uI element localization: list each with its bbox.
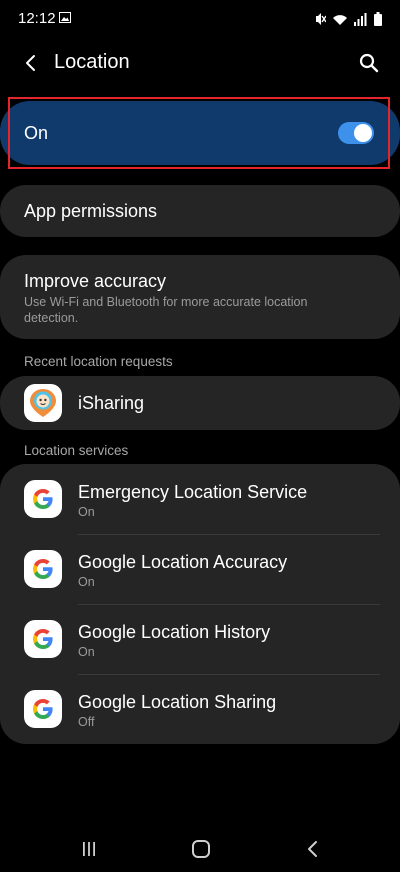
service-name: Google Location History: [78, 622, 271, 642]
status-time: 12:12: [18, 10, 56, 27]
improve-accuracy-item[interactable]: Improve accuracy Use Wi-Fi and Bluetooth…: [0, 255, 400, 339]
location-master-switch[interactable]: On: [0, 101, 400, 165]
service-status: On: [78, 575, 95, 589]
app-header: Location: [0, 40, 400, 84]
google-g-icon: [24, 550, 62, 588]
recent-request-item-isharing[interactable]: iSharing: [0, 376, 400, 430]
service-name: Google Location Accuracy: [78, 552, 288, 572]
status-icons: [314, 10, 382, 28]
home-icon: [192, 840, 210, 858]
google-g-icon: [24, 480, 62, 518]
search-button[interactable]: [354, 48, 384, 78]
recent-requests-header: Recent location requests: [24, 354, 173, 369]
home-button[interactable]: [183, 834, 219, 864]
page-title: Location: [54, 51, 130, 73]
isharing-label: iSharing: [78, 393, 145, 413]
location-services-list: Emergency Location Service On Google Loc…: [0, 464, 400, 744]
app-permissions-item[interactable]: App permissions: [0, 185, 400, 237]
improve-accuracy-label: Improve accuracy: [24, 271, 167, 291]
service-status: Off: [78, 715, 95, 729]
service-item-google-location-accuracy[interactable]: Google Location Accuracy On: [0, 534, 400, 604]
back-icon: [308, 841, 317, 857]
mute-icon: [316, 13, 326, 25]
service-item-google-location-sharing[interactable]: Google Location Sharing Off: [0, 674, 400, 744]
service-item-emergency-location[interactable]: Emergency Location Service On: [0, 464, 400, 534]
navigation-bar: [0, 826, 400, 872]
improve-accuracy-description: Use Wi-Fi and Bluetooth for more accurat…: [24, 295, 308, 325]
service-status: On: [78, 505, 95, 519]
recent-apps-icon: [83, 842, 95, 856]
wifi-icon: [333, 14, 347, 25]
battery-icon: [374, 12, 382, 26]
image-icon: [59, 12, 71, 23]
back-button[interactable]: [16, 48, 46, 78]
isharing-app-icon: [24, 384, 62, 422]
nav-back-button[interactable]: [295, 834, 331, 864]
search-icon: [359, 53, 379, 73]
google-g-icon: [24, 620, 62, 658]
service-status: On: [78, 645, 95, 659]
location-services-header: Location services: [24, 443, 129, 458]
google-g-icon: [24, 690, 62, 728]
status-bar: 12:12: [0, 0, 400, 40]
service-item-google-location-history[interactable]: Google Location History On: [0, 604, 400, 674]
service-name: Google Location Sharing: [78, 692, 277, 712]
master-switch-label: On: [24, 123, 49, 143]
toggle-knob: [354, 124, 372, 142]
recent-apps-button[interactable]: [71, 834, 107, 864]
location-toggle[interactable]: [338, 122, 374, 144]
signal-icon: [354, 12, 367, 26]
service-name: Emergency Location Service: [78, 482, 308, 502]
app-permissions-label: App permissions: [24, 201, 158, 221]
chevron-left-icon: [26, 55, 35, 71]
